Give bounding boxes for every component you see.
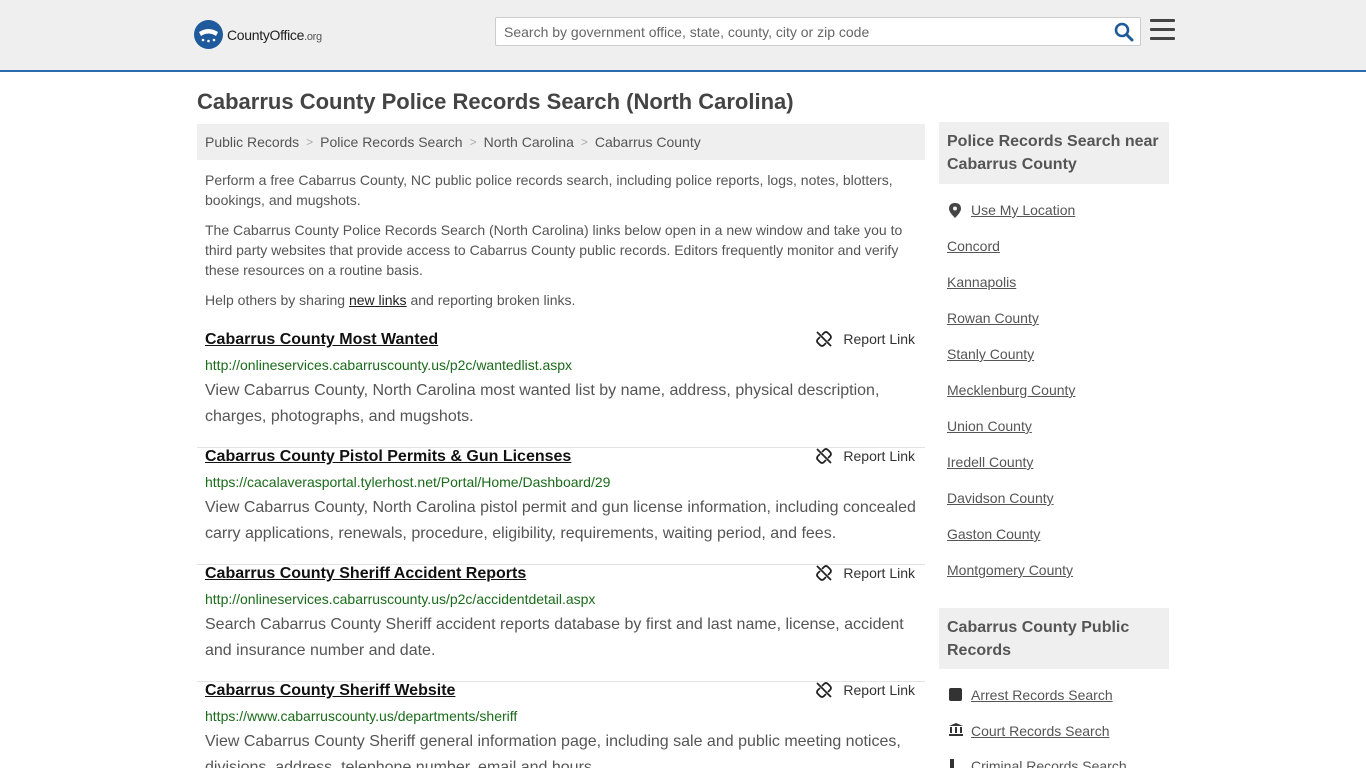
breadcrumb-separator: > (580, 135, 588, 149)
nearby-link-stanly-county[interactable]: Stanly County (947, 346, 1034, 362)
intro-paragraph-1: Perform a free Cabarrus County, NC publi… (205, 172, 893, 208)
result-description: View Cabarrus County, North Carolina pis… (205, 499, 916, 542)
criminal-records-link[interactable]: Criminal Records Search (971, 758, 1127, 768)
new-links-link[interactable]: new links (349, 292, 407, 308)
use-my-location-link[interactable]: Use My Location (971, 202, 1075, 218)
result-item: Cabarrus County Pistol Permits & Gun Lic… (197, 448, 925, 565)
site-header: CountyOffice.org (0, 0, 1366, 72)
hamburger-menu-icon[interactable] (1150, 19, 1175, 41)
result-url: http://onlineservices.cabarruscounty.us/… (205, 591, 596, 607)
result-url: http://onlineservices.cabarruscounty.us/… (205, 357, 573, 373)
location-pin-icon (949, 203, 961, 218)
criminal-records-icon (950, 759, 954, 768)
court-records-link[interactable]: Court Records Search (971, 723, 1110, 739)
search-bar (495, 17, 1141, 46)
result-item: Cabarrus County Sheriff Accident Reports… (197, 565, 925, 682)
nearby-link-rowan-county[interactable]: Rowan County (947, 310, 1039, 326)
logo-seal-icon (194, 20, 223, 49)
intro-paragraph-2: The Cabarrus County Police Records Searc… (205, 222, 903, 278)
nearby-section-header: Police Records Search near Cabarrus Coun… (939, 122, 1169, 184)
result-url: https://www.cabarruscounty.us/department… (205, 708, 518, 724)
public-records-section-title: Cabarrus County Public Records (947, 619, 1130, 659)
page-title: Cabarrus County Police Records Search (N… (197, 89, 794, 114)
breadcrumb-cabarrus-county[interactable]: Cabarrus County (595, 134, 701, 150)
breadcrumb-north-carolina[interactable]: North Carolina (484, 134, 574, 150)
result-item: Cabarrus County Sheriff Website Report L… (197, 682, 925, 768)
report-link-button[interactable]: Report Link (816, 682, 915, 698)
nearby-link-montgomery-county[interactable]: Montgomery County (947, 562, 1073, 578)
nearby-link-union-county[interactable]: Union County (947, 418, 1032, 434)
result-item: Cabarrus County Most Wanted Report Link … (197, 331, 925, 448)
search-input[interactable] (496, 18, 1106, 45)
nearby-link-concord[interactable]: Concord (947, 238, 1000, 254)
courthouse-icon (949, 723, 963, 736)
broken-link-icon (816, 448, 833, 464)
breadcrumb-separator: > (306, 135, 314, 149)
site-logo[interactable]: CountyOffice.org (194, 20, 322, 49)
report-link-button[interactable]: Report Link (816, 448, 915, 464)
public-records-section-header: Cabarrus County Public Records (939, 608, 1169, 669)
breadcrumb-public-records[interactable]: Public Records (205, 134, 299, 150)
result-description: View Cabarrus County, North Carolina mos… (205, 382, 880, 425)
broken-link-icon (816, 682, 833, 698)
handcuffs-icon (949, 688, 962, 701)
breadcrumb-police-records-search[interactable]: Police Records Search (320, 134, 462, 150)
result-title-link[interactable]: Cabarrus County Pistol Permits & Gun Lic… (205, 448, 571, 466)
result-title-link[interactable]: Cabarrus County Sheriff Accident Reports (205, 565, 526, 583)
breadcrumb-separator: > (469, 135, 477, 149)
breadcrumb: Public Records > Police Records Search >… (197, 124, 925, 160)
result-url: https://cacalaverasportal.tylerhost.net/… (205, 474, 611, 490)
intro-paragraph-3: Help others by sharing new links and rep… (205, 292, 576, 308)
nearby-link-gaston-county[interactable]: Gaston County (947, 526, 1040, 542)
nearby-link-davidson-county[interactable]: Davidson County (947, 490, 1054, 506)
result-title-link[interactable]: Cabarrus County Sheriff Website (205, 682, 455, 700)
result-description: Search Cabarrus County Sheriff accident … (205, 616, 904, 659)
logo-text: CountyOffice.org (227, 26, 322, 43)
report-link-button[interactable]: Report Link (816, 331, 915, 347)
broken-link-icon (816, 331, 833, 347)
search-icon[interactable] (1114, 22, 1134, 42)
nearby-section-title: Police Records Search near Cabarrus Coun… (947, 133, 1159, 173)
report-link-button[interactable]: Report Link (816, 565, 915, 581)
nearby-link-iredell-county[interactable]: Iredell County (947, 454, 1033, 470)
arrest-records-link[interactable]: Arrest Records Search (971, 687, 1113, 703)
nearby-link-kannapolis[interactable]: Kannapolis (947, 274, 1016, 290)
nearby-link-mecklenburg-county[interactable]: Mecklenburg County (947, 382, 1075, 398)
result-description: View Cabarrus County Sheriff general inf… (205, 733, 901, 768)
result-title-link[interactable]: Cabarrus County Most Wanted (205, 331, 438, 349)
broken-link-icon (816, 565, 833, 581)
